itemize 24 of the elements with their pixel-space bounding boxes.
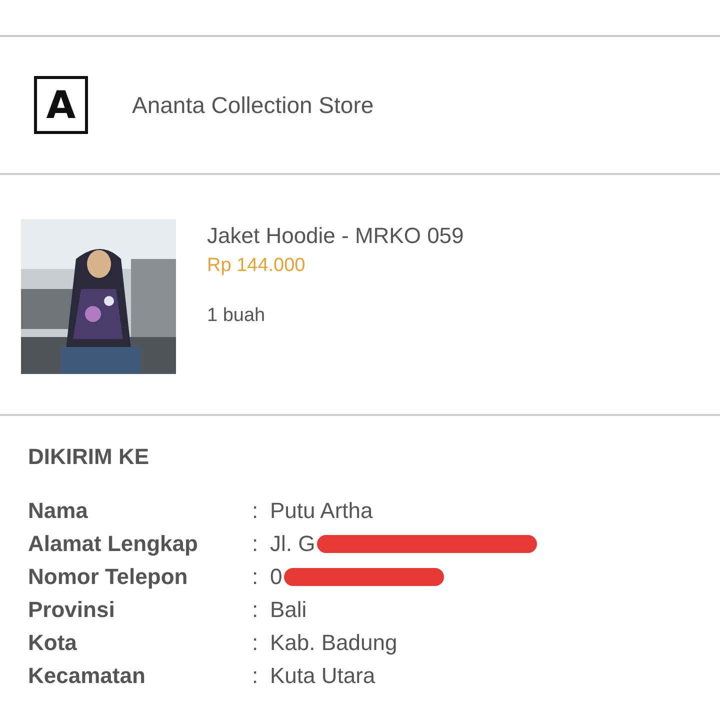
- field-label: Provinsi: [28, 596, 116, 624]
- store-name: Ananta Collection Store: [132, 92, 374, 118]
- colon-separator: :: [252, 497, 260, 525]
- field-value: Bali: [270, 596, 307, 624]
- field-label: Nama: [28, 497, 89, 525]
- product-quantity: 1 buah: [207, 305, 266, 327]
- field-value: Kab. Badung: [270, 629, 398, 657]
- product-price: Rp 144.000: [207, 255, 306, 277]
- field-value: Putu Artha: [270, 497, 373, 525]
- colon-separator: :: [252, 530, 260, 558]
- field-value: Kuta Utara: [270, 662, 376, 690]
- section-heading: DIKIRIM KE: [28, 444, 150, 470]
- colon-separator: :: [252, 563, 260, 591]
- field-label: Nomor Telepon: [28, 563, 189, 591]
- colon-separator: :: [252, 629, 260, 657]
- field-label: Kecamatan: [28, 662, 146, 690]
- colon-separator: :: [252, 662, 260, 690]
- field-label: Kota: [28, 629, 78, 657]
- product-name: Jaket Hoodie - MRKO 059: [207, 223, 464, 249]
- colon-separator: :: [252, 596, 260, 624]
- store-logo: A: [34, 76, 88, 134]
- field-label: Alamat Lengkap: [28, 530, 199, 558]
- field-value: Jl. G: [270, 530, 316, 558]
- field-value: 0: [270, 563, 282, 591]
